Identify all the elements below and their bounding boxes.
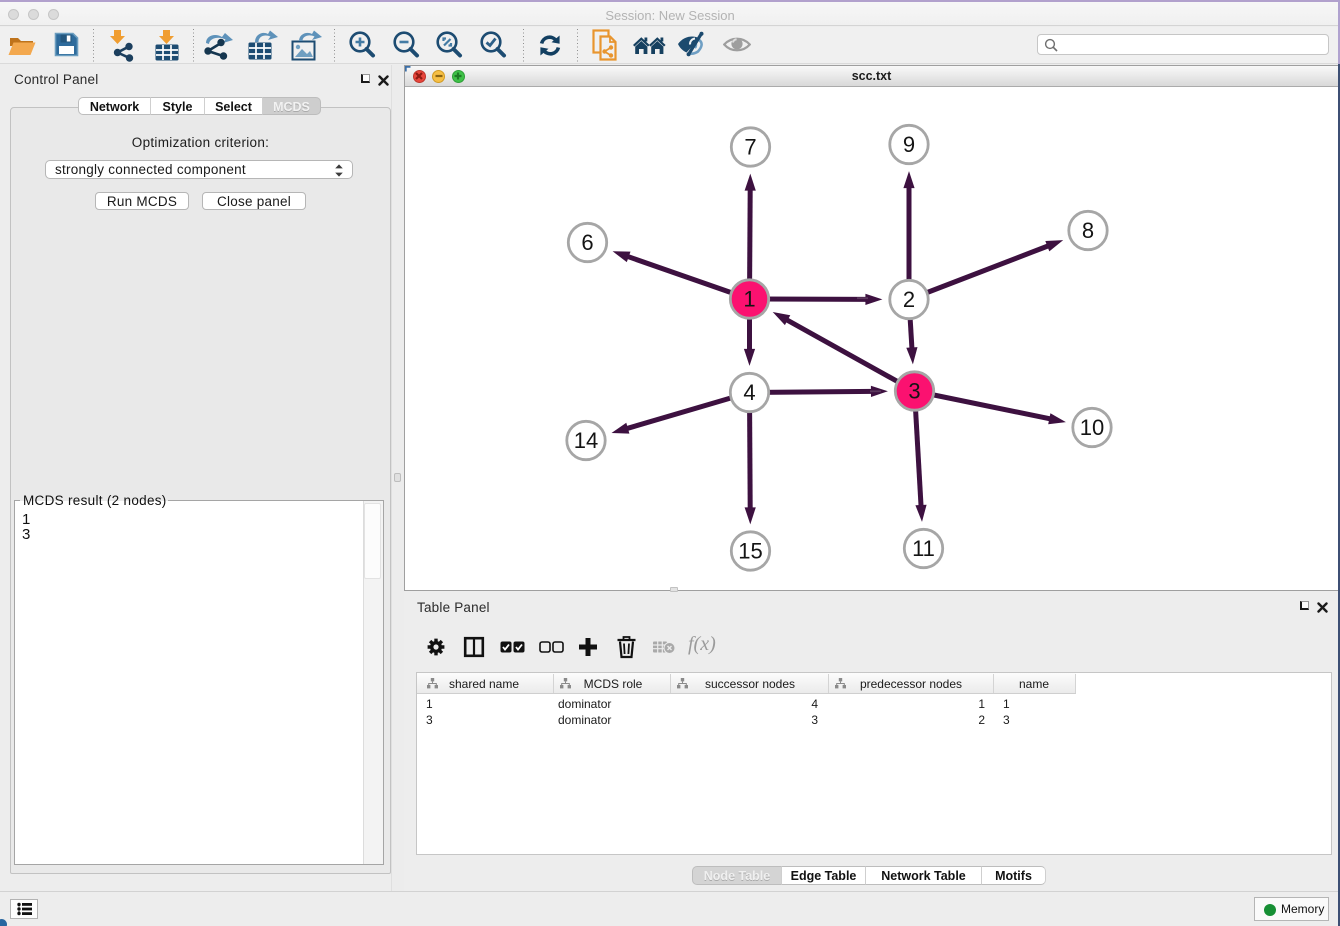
svg-text:6: 6 xyxy=(581,230,593,255)
svg-text:shared name: shared name xyxy=(449,677,519,691)
svg-text:1: 1 xyxy=(743,286,755,311)
svg-text:MCDS role: MCDS role xyxy=(584,677,643,691)
svg-text:successor nodes: successor nodes xyxy=(705,677,795,691)
svg-text:4: 4 xyxy=(743,380,755,405)
svg-text:3: 3 xyxy=(908,378,920,403)
svg-text:7: 7 xyxy=(744,134,756,159)
svg-text:name: name xyxy=(1019,677,1049,691)
svg-text:9: 9 xyxy=(903,132,915,157)
svg-text:11: 11 xyxy=(912,536,935,561)
svg-text:10: 10 xyxy=(1080,415,1104,440)
svg-text:predecessor nodes: predecessor nodes xyxy=(860,677,962,691)
svg-text:15: 15 xyxy=(738,538,762,563)
svg-text:2: 2 xyxy=(903,287,915,312)
svg-text:8: 8 xyxy=(1082,218,1094,243)
svg-text:14: 14 xyxy=(574,428,598,453)
